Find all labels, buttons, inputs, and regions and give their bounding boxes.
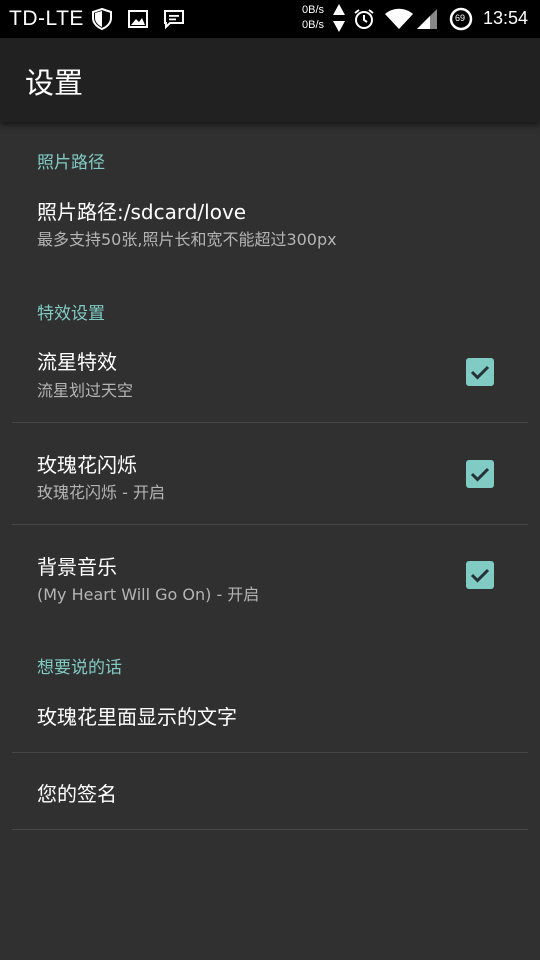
category-effects: 特效设置 <box>37 304 105 324</box>
pref-signature[interactable]: 您的签名 <box>0 753 540 829</box>
pref-meteor-summary: 流星划过天空 <box>37 381 134 400</box>
pref-background-music[interactable]: 背景音乐 (My Heart Will Go On) - 开启 <box>0 525 540 626</box>
pref-meteor-title: 流星特效 <box>37 350 117 374</box>
pref-meteor-effect[interactable]: 流星特效 流星划过天空 <box>0 330 540 422</box>
network-speed: 0B/s 0B/s <box>302 3 324 33</box>
wifi-icon <box>385 8 413 29</box>
pref-music-title: 背景音乐 <box>37 555 117 579</box>
status-bar: TD-LTE 0B/s 0B/s 69 13:54 <box>0 0 540 38</box>
alarm-icon <box>354 9 374 29</box>
pref-photo-path-summary: 最多支持50张,照片长和宽不能超过300px <box>37 230 337 249</box>
pref-rose-blink[interactable]: 玫瑰花闪烁 玫瑰花闪烁 - 开启 <box>0 423 540 524</box>
speed-down-label: 0B/s <box>302 19 325 31</box>
speed-up-label: 0B/s <box>302 4 325 16</box>
meteor-checkbox[interactable] <box>466 358 494 386</box>
download-arrow-icon <box>333 21 345 32</box>
music-checkbox[interactable] <box>466 561 494 589</box>
pref-rose-text-title: 玫瑰花里面显示的文字 <box>37 705 237 729</box>
settings-list: 照片路径 照片路径:/sdcard/love 最多支持50张,照片长和宽不能超过… <box>0 122 540 960</box>
rose-blink-checkbox[interactable] <box>466 460 494 488</box>
upload-arrow-icon <box>333 4 345 15</box>
battery-level: 69 <box>455 13 466 23</box>
pref-signature-title: 您的签名 <box>37 782 117 806</box>
page-title: 设置 <box>25 66 84 100</box>
app-bar: 设置 <box>0 38 540 122</box>
pref-rose-text[interactable]: 玫瑰花里面显示的文字 <box>0 684 540 752</box>
clock: 13:54 <box>483 8 529 28</box>
category-words: 想要说的话 <box>37 658 122 678</box>
pref-rose-blink-title: 玫瑰花闪烁 <box>37 453 137 477</box>
pref-rose-blink-summary: 玫瑰花闪烁 - 开启 <box>37 483 165 502</box>
message-icon <box>164 10 184 30</box>
pref-music-summary: (My Heart Will Go On) - 开启 <box>37 585 260 604</box>
divider <box>12 829 528 830</box>
pref-photo-path-title: 照片路径:/sdcard/love <box>37 200 247 224</box>
category-photo-path: 照片路径 <box>37 153 105 173</box>
signal-icon <box>417 9 437 29</box>
shield-icon <box>92 8 112 30</box>
pref-photo-path[interactable]: 照片路径:/sdcard/love 最多支持50张,照片长和宽不能超过300px <box>0 180 540 262</box>
image-icon <box>128 10 148 28</box>
carrier-label: TD-LTE <box>9 7 84 30</box>
